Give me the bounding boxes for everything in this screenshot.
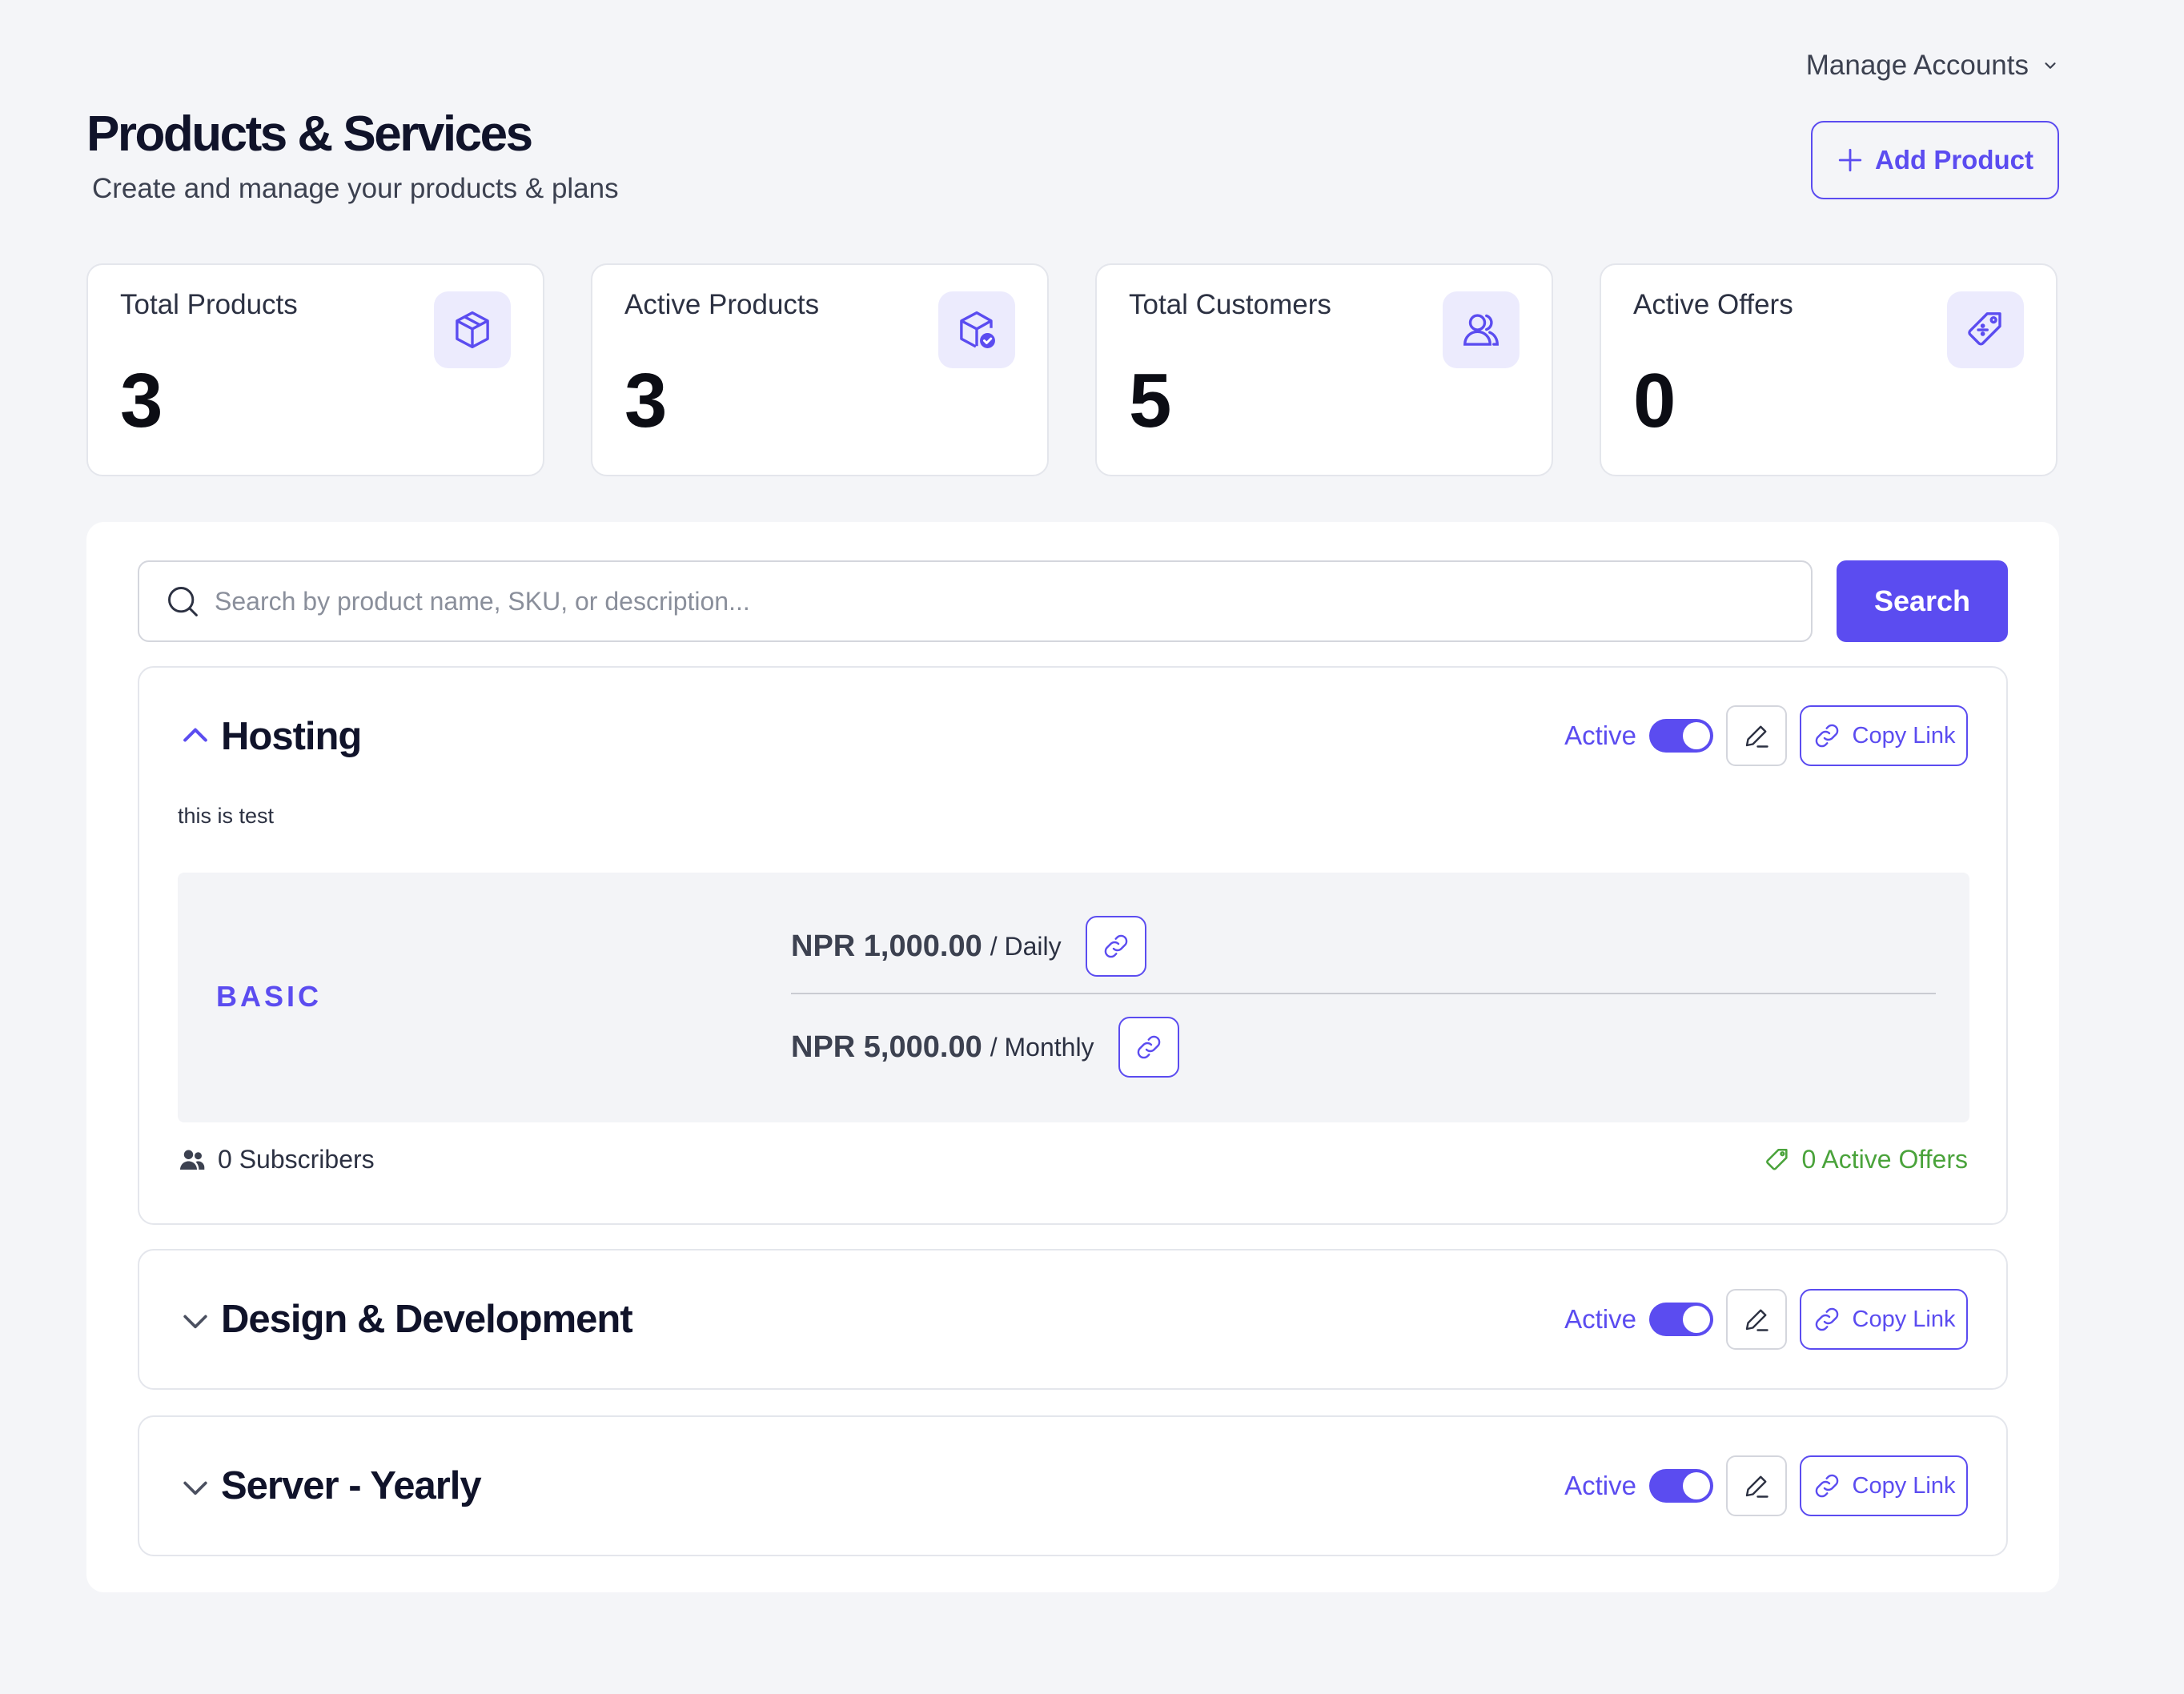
stat-card-total-customers: Total Customers 5 xyxy=(1095,263,1553,476)
search-input[interactable] xyxy=(215,562,1811,640)
stat-value: 3 xyxy=(120,358,163,444)
price-divider xyxy=(791,993,1936,994)
stat-value: 3 xyxy=(624,358,668,444)
copy-link-label: Copy Link xyxy=(1852,1306,1956,1332)
page-title: Products & Services xyxy=(86,106,533,162)
search-icon xyxy=(168,587,198,616)
manage-accounts-dropdown[interactable]: Manage Accounts xyxy=(1806,50,2059,82)
stat-card-active-products: Active Products 3 xyxy=(591,263,1049,476)
link-icon xyxy=(1815,1474,1838,1498)
search-box xyxy=(138,560,1813,642)
plan-box: BASIC NPR 1,000.00 / Daily NPR 5,000.00 … xyxy=(178,873,1969,1122)
pencil-icon xyxy=(1745,1309,1768,1331)
users-icon xyxy=(1443,291,1520,368)
copy-link-label: Copy Link xyxy=(1852,1472,1956,1499)
price-period: / Daily xyxy=(990,931,1062,961)
status-label: Active xyxy=(1564,1471,1636,1500)
tag-icon xyxy=(1765,1148,1788,1170)
products-panel: Search Hosting Active Copy Link this is … xyxy=(86,522,2059,1592)
chevron-down-icon[interactable] xyxy=(178,1303,213,1339)
link-icon xyxy=(1815,1307,1838,1331)
active-offers-label: 0 Active Offers xyxy=(1801,1145,1969,1174)
manage-accounts-label: Manage Accounts xyxy=(1805,50,2029,81)
copy-price-link-button[interactable] xyxy=(1085,916,1146,977)
stat-value: 0 xyxy=(1633,358,1676,444)
plan-name: BASIC xyxy=(216,980,323,1013)
product-title: Hosting xyxy=(221,715,362,758)
add-product-label: Add Product xyxy=(1875,145,2033,175)
stat-card-active-offers: Active Offers 0 xyxy=(1600,263,2058,476)
status-label: Active xyxy=(1564,1304,1636,1334)
chevron-down-icon[interactable] xyxy=(178,1470,213,1505)
active-toggle[interactable] xyxy=(1649,1469,1713,1503)
copy-link-label: Copy Link xyxy=(1852,722,1956,749)
price-amount: NPR 1,000.00 xyxy=(791,929,982,963)
box-check-icon xyxy=(938,291,1015,368)
stat-label: Active Products xyxy=(624,289,820,320)
copy-price-link-button[interactable] xyxy=(1118,1017,1179,1078)
link-icon xyxy=(1815,724,1838,748)
active-toggle[interactable] xyxy=(1649,719,1713,753)
copy-link-button[interactable]: Copy Link xyxy=(1800,705,1968,766)
active-toggle[interactable] xyxy=(1649,1303,1713,1336)
toggle-knob xyxy=(1683,1472,1710,1499)
product-controls: Active Copy Link xyxy=(1564,1455,1968,1516)
users-icon xyxy=(180,1150,205,1170)
plus-icon xyxy=(1838,148,1862,172)
product-title: Design & Development xyxy=(221,1298,633,1341)
link-icon xyxy=(1137,1035,1160,1059)
pencil-icon xyxy=(1745,725,1768,748)
edit-button[interactable] xyxy=(1726,1455,1787,1516)
stat-label: Total Products xyxy=(120,289,298,320)
subscribers-label: 0 Subscribers xyxy=(218,1145,375,1174)
status-label: Active xyxy=(1564,721,1636,750)
product-controls: Active Copy Link xyxy=(1564,705,1968,766)
product-card-design-development: Design & Development Active Copy Link xyxy=(138,1249,2008,1390)
stat-card-total-products: Total Products 3 xyxy=(86,263,544,476)
toggle-knob xyxy=(1683,722,1710,749)
stat-label: Active Offers xyxy=(1633,289,1793,320)
toggle-knob xyxy=(1683,1306,1710,1333)
product-controls: Active Copy Link xyxy=(1564,1289,1968,1350)
box-icon xyxy=(434,291,511,368)
copy-link-button[interactable]: Copy Link xyxy=(1800,1455,1968,1516)
product-card-header: Design & Development Active Copy Link xyxy=(139,1250,2006,1387)
product-card-header: Hosting Active Copy Link xyxy=(139,668,2006,804)
product-card-hosting: Hosting Active Copy Link this is test BA… xyxy=(138,666,2008,1225)
stat-label: Total Customers xyxy=(1129,289,1331,320)
tag-icon xyxy=(1947,291,2024,368)
link-icon xyxy=(1104,934,1127,958)
price-row: NPR 5,000.00 / Monthly xyxy=(791,1017,1179,1078)
product-title: Server - Yearly xyxy=(221,1464,482,1507)
active-offers-count: 0 Active Offers xyxy=(1764,1145,1969,1174)
chevron-up-icon[interactable] xyxy=(178,718,213,753)
pencil-icon xyxy=(1745,1475,1768,1498)
copy-link-button[interactable]: Copy Link xyxy=(1800,1289,1968,1350)
price-row: NPR 1,000.00 / Daily xyxy=(791,916,1146,977)
add-product-button[interactable]: Add Product xyxy=(1811,121,2059,199)
search-button[interactable]: Search xyxy=(1837,560,2008,642)
chevron-down-icon xyxy=(2045,62,2056,69)
product-card-server-yearly: Server - Yearly Active Copy Link xyxy=(138,1415,2008,1556)
edit-button[interactable] xyxy=(1726,1289,1787,1350)
price-period: / Monthly xyxy=(990,1032,1094,1062)
stat-value: 5 xyxy=(1129,358,1172,444)
price-amount: NPR 5,000.00 xyxy=(791,1030,982,1064)
page-subtitle: Create and manage your products & plans xyxy=(92,173,619,204)
product-card-header: Server - Yearly Active Copy Link xyxy=(139,1417,2006,1553)
subscribers-count: 0 Subscribers xyxy=(178,1145,375,1174)
edit-button[interactable] xyxy=(1726,705,1787,766)
product-description: this is test xyxy=(178,804,275,828)
